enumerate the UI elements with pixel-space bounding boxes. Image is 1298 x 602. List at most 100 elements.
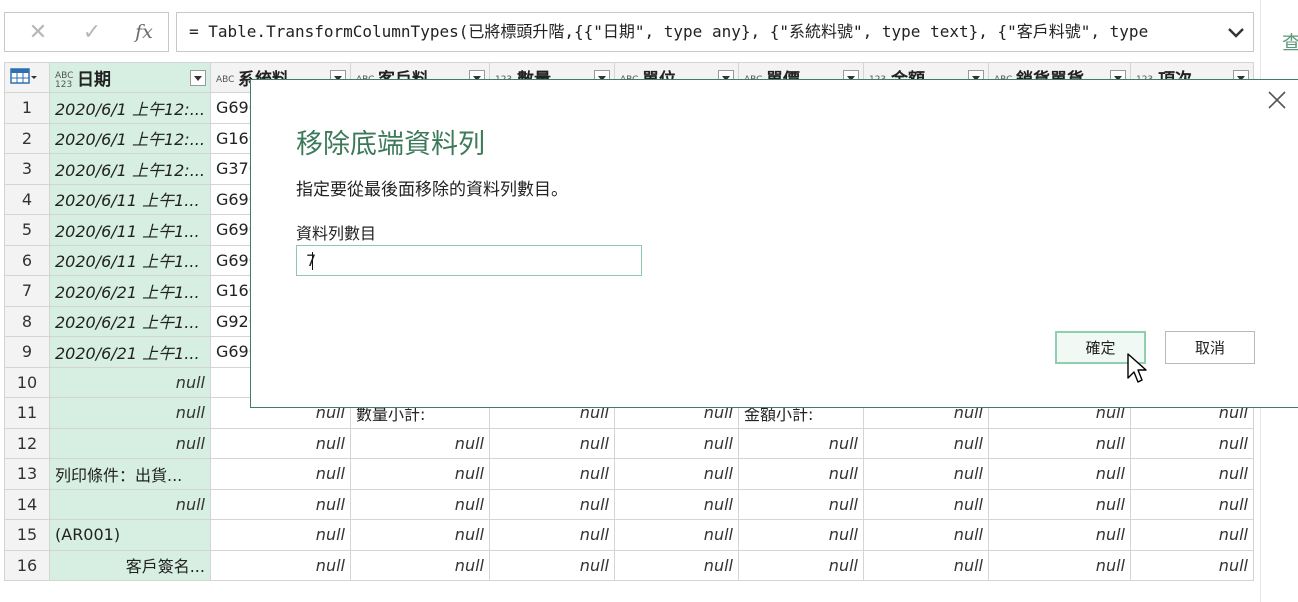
table-cell[interactable]: null xyxy=(862,488,989,520)
table-cell[interactable]: null xyxy=(737,488,864,520)
row-number[interactable]: 7 xyxy=(4,275,50,307)
column-header[interactable]: ABC 123 日期 xyxy=(49,62,211,93)
text-caret xyxy=(312,252,313,270)
table-cell[interactable]: null xyxy=(488,427,615,459)
table-cell[interactable]: 2020/6/11 上午1... xyxy=(49,183,211,215)
table-cell[interactable]: null xyxy=(613,458,739,490)
table-cell[interactable]: 2020/6/21 上午1... xyxy=(49,305,211,337)
table-cell[interactable]: null xyxy=(488,519,615,551)
table-row: 13 列印條件：出貨... null null null null null null null… xyxy=(4,458,1254,490)
row-number[interactable]: 10 xyxy=(4,366,50,398)
chevron-down-icon[interactable] xyxy=(1225,21,1247,43)
table-cell[interactable]: null xyxy=(209,519,351,551)
table-cell[interactable]: null xyxy=(613,519,739,551)
row-number[interactable]: 2 xyxy=(4,122,50,154)
table-cell[interactable]: null xyxy=(1129,488,1254,520)
table-cell[interactable]: 2020/6/21 上午1... xyxy=(49,336,211,368)
table-cell[interactable]: null xyxy=(209,458,351,490)
table-cell[interactable]: null xyxy=(737,427,864,459)
column-header-label: 日期 xyxy=(77,70,111,90)
row-number[interactable]: 16 xyxy=(4,549,50,581)
table-cell[interactable]: null xyxy=(737,519,864,551)
column-type-icon[interactable]: ABC xyxy=(216,76,238,85)
mouse-pointer-icon xyxy=(1127,353,1147,383)
table-cell[interactable]: null xyxy=(209,488,351,520)
row-count-input[interactable] xyxy=(296,245,642,276)
column-type-icon[interactable]: ABC 123 xyxy=(55,71,77,90)
formula-text: = Table.TransformColumnTypes(已將標頭升階,{{"日… xyxy=(189,22,1149,41)
formula-controls: ✕ ✓ fx xyxy=(4,12,169,52)
table-cell[interactable]: null xyxy=(49,488,211,520)
table-icon[interactable] xyxy=(10,67,38,85)
dialog-description: 指定要從最後面移除的資料列數目。 xyxy=(296,180,568,200)
table-cell[interactable]: null xyxy=(1129,549,1254,581)
cancel-formula-icon[interactable]: ✕ xyxy=(17,13,59,51)
table-cell[interactable]: null xyxy=(987,519,1131,551)
table-cell[interactable]: null xyxy=(209,427,351,459)
close-icon[interactable] xyxy=(1265,88,1289,112)
table-cell[interactable]: null xyxy=(488,458,615,490)
row-number[interactable]: 13 xyxy=(4,458,50,490)
table-cell[interactable]: null xyxy=(488,488,615,520)
table-cell[interactable]: null xyxy=(49,397,211,429)
table-cell[interactable]: 列印條件：出貨... xyxy=(49,458,211,490)
table-cell[interactable]: null xyxy=(349,458,490,490)
table-cell[interactable]: null xyxy=(49,427,211,459)
table-cell[interactable]: null xyxy=(987,427,1131,459)
table-cell[interactable]: 客戶簽名... xyxy=(49,549,211,581)
table-cell[interactable]: null xyxy=(349,427,490,459)
table-cell[interactable]: null xyxy=(1129,427,1254,459)
table-cell[interactable]: null xyxy=(488,549,615,581)
table-row: 15 (AR001) null null null null null null null nul… xyxy=(4,519,1254,551)
table-cell[interactable]: null xyxy=(737,549,864,581)
table-cell[interactable]: (AR001) xyxy=(49,519,211,551)
table-cell[interactable]: null xyxy=(737,458,864,490)
table-cell[interactable]: 2020/6/11 上午1... xyxy=(49,214,211,246)
table-cell[interactable]: null xyxy=(862,519,989,551)
cancel-button[interactable]: 取消 xyxy=(1165,331,1255,364)
table-cell[interactable]: null xyxy=(862,427,989,459)
row-number[interactable]: 8 xyxy=(4,305,50,337)
row-number[interactable]: 11 xyxy=(4,397,50,429)
table-cell[interactable]: null xyxy=(1129,458,1254,490)
table-cell[interactable]: null xyxy=(613,549,739,581)
row-number[interactable]: 15 xyxy=(4,519,50,551)
row-number[interactable]: 14 xyxy=(4,488,50,520)
filter-dropdown-icon[interactable] xyxy=(189,70,206,86)
row-count-label: 資料列數目 xyxy=(296,224,377,243)
row-number[interactable]: 5 xyxy=(4,214,50,246)
table-row: 14 null null null null null null null null null xyxy=(4,488,1254,520)
table-cell[interactable]: null xyxy=(349,519,490,551)
table-cell[interactable]: null xyxy=(987,488,1131,520)
fx-icon[interactable]: fx xyxy=(123,13,165,51)
table-cell[interactable]: null xyxy=(613,488,739,520)
query-settings-label: 查 xyxy=(1282,32,1298,54)
table-row: 16 客戶簽名... null null null null null null null nul… xyxy=(4,549,1254,581)
table-cell[interactable]: 2020/6/21 上午1... xyxy=(49,275,211,307)
row-number[interactable]: 6 xyxy=(4,244,50,276)
table-cell[interactable]: null xyxy=(349,549,490,581)
table-cell[interactable]: null xyxy=(349,488,490,520)
table-menu-button[interactable] xyxy=(4,62,50,93)
table-cell[interactable]: null xyxy=(987,549,1131,581)
dialog-title: 移除底端資料列 xyxy=(296,129,485,160)
row-number[interactable]: 1 xyxy=(4,92,50,124)
table-cell[interactable]: null xyxy=(862,549,989,581)
table-cell[interactable]: 2020/6/1 上午12:... xyxy=(49,92,211,124)
row-number[interactable]: 3 xyxy=(4,153,50,185)
row-number[interactable]: 12 xyxy=(4,427,50,459)
table-cell[interactable]: null xyxy=(862,458,989,490)
table-cell[interactable]: null xyxy=(613,427,739,459)
table-cell[interactable]: 2020/6/1 上午12:... xyxy=(49,122,211,154)
table-cell[interactable]: 2020/6/1 上午12:... xyxy=(49,153,211,185)
table-cell[interactable]: null xyxy=(1129,519,1254,551)
table-cell[interactable]: 2020/6/11 上午1... xyxy=(49,244,211,276)
table-cell[interactable]: null xyxy=(209,549,351,581)
row-number[interactable]: 4 xyxy=(4,183,50,215)
table-cell[interactable]: null xyxy=(49,366,211,398)
row-number[interactable]: 9 xyxy=(4,336,50,368)
confirm-formula-icon[interactable]: ✓ xyxy=(71,13,113,51)
table-cell[interactable]: null xyxy=(987,458,1131,490)
formula-bar[interactable]: = Table.TransformColumnTypes(已將標頭升階,{{"日… xyxy=(176,12,1254,52)
table-row: 12 null null null null null null null null null xyxy=(4,427,1254,459)
